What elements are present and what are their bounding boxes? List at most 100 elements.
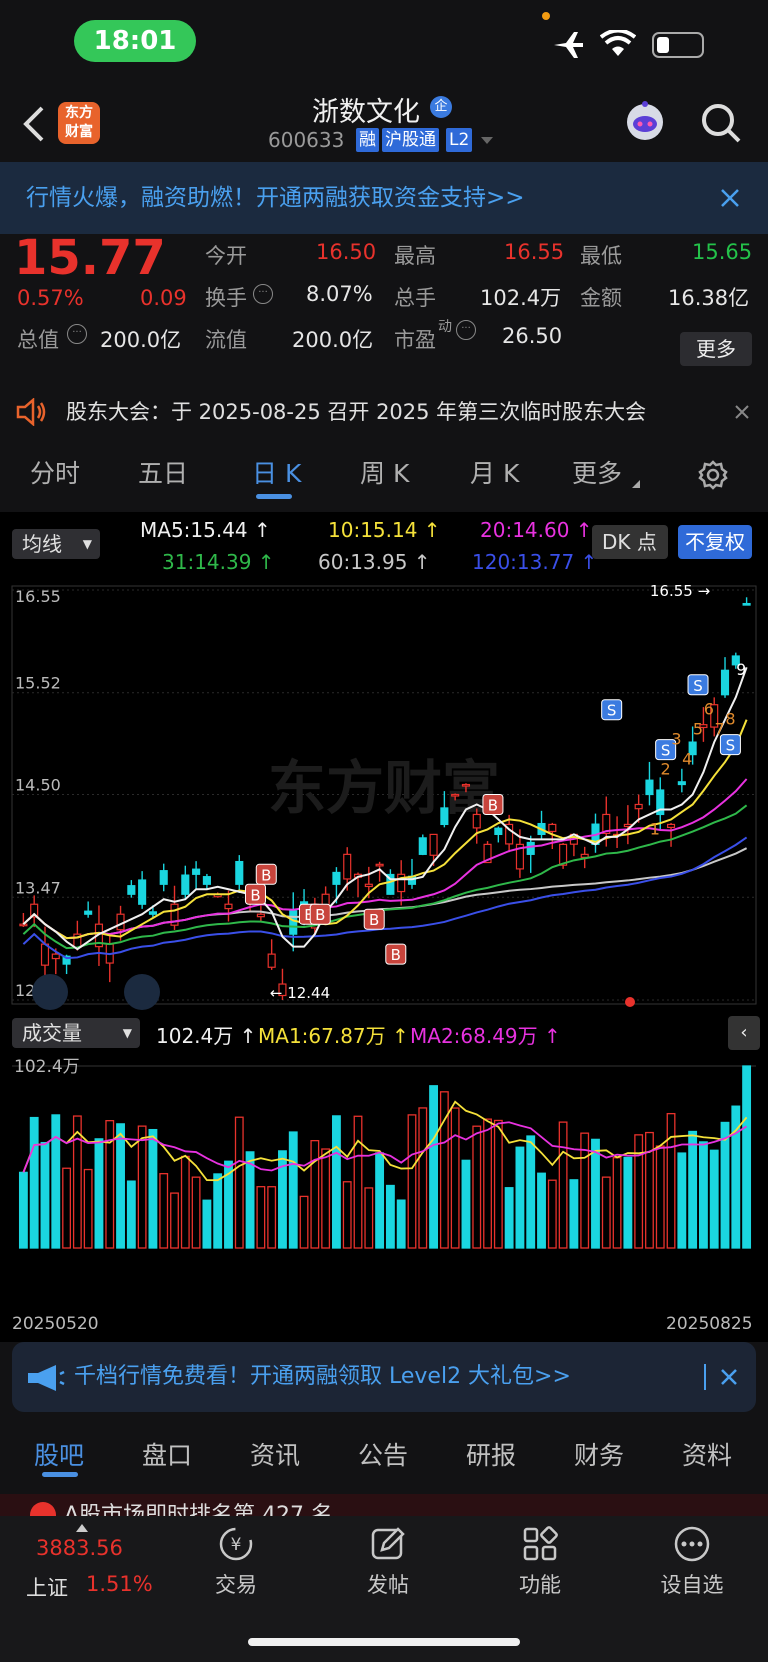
- feed-text: A股市场即时排名第 427 名: [64, 1503, 334, 1516]
- volume-bar: [720, 1121, 730, 1249]
- tab-day-k[interactable]: 日 K: [252, 454, 301, 490]
- dock-post[interactable]: 发帖: [328, 1516, 448, 1599]
- volume-bar: [493, 1119, 503, 1249]
- airplane-icon: [554, 32, 583, 58]
- tab-forum[interactable]: 股吧: [34, 1436, 84, 1472]
- signal-label: S: [661, 742, 671, 760]
- volume-bar: [655, 1145, 665, 1249]
- red-dot-marker: [625, 997, 635, 1007]
- kline-chart-area[interactable]: 均线 ▼ MA5:15.44 ↑ 10:15.14 ↑ 20:14.60 ↑ 31…: [0, 512, 768, 1342]
- search-icon[interactable]: [700, 102, 742, 144]
- info-icon[interactable]: ···: [456, 320, 476, 340]
- td-count-label: 9: [736, 660, 746, 679]
- field-label-high: 最高: [394, 244, 436, 268]
- dock-watchlist[interactable]: 设自选: [632, 1516, 752, 1599]
- candle-body: [84, 910, 93, 915]
- tag-margin: 融: [356, 128, 379, 152]
- kline-svg[interactable]: 16.5515.5214.5013.4712.44东方财富16.55 →← 12…: [0, 578, 768, 1018]
- volume-ma1: MA1:67.87万 ↑: [258, 1024, 409, 1048]
- margin-banner[interactable]: 行情火爆，融资助燃！开通两融获取资金支持>>: [0, 162, 768, 234]
- tab-profile[interactable]: 资料: [682, 1436, 732, 1472]
- candle-body: [418, 837, 427, 855]
- stock-name: 浙数文化: [312, 97, 420, 128]
- date-start: 20250520: [12, 1314, 99, 1334]
- candle-body: [634, 803, 643, 810]
- candle-body: [267, 953, 276, 968]
- candle-body: [548, 823, 557, 833]
- no-adjust-button[interactable]: 不复权: [678, 525, 752, 559]
- volume-bar: [569, 1179, 579, 1249]
- field-label-low: 最低: [580, 244, 622, 268]
- tab-five-day[interactable]: 五日: [138, 454, 188, 490]
- y-tick-label: 13.47: [15, 878, 61, 897]
- caret-icon: [632, 480, 640, 488]
- candle-body: [127, 885, 136, 895]
- ma-selector[interactable]: 均线 ▼: [12, 529, 100, 559]
- stock-header: 东方 财富 浙数文化 企 600633 融 沪股通 L2: [0, 90, 768, 162]
- info-icon[interactable]: ···: [67, 324, 87, 344]
- volume-bar: [623, 1156, 633, 1249]
- more-button[interactable]: 更多: [680, 332, 752, 366]
- function-grid-icon: [523, 1526, 558, 1561]
- candle-body: [116, 913, 125, 931]
- dk-point-button[interactable]: DK 点: [592, 525, 668, 559]
- signal-label: B: [391, 946, 401, 964]
- tab-announce[interactable]: 公告: [358, 1436, 408, 1472]
- level2-promo[interactable]: 千档行情免费看！开通两融领取 Level2 大礼包>>: [12, 1342, 756, 1412]
- signal-label: S: [607, 702, 617, 720]
- volume-bar: [709, 1149, 719, 1249]
- feed-preview[interactable]: A股市场即时排名第 427 名: [0, 1494, 768, 1516]
- index-value[interactable]: 3883.56: [36, 1536, 123, 1560]
- close-icon[interactable]: [720, 188, 740, 208]
- strategy-circle: [124, 974, 160, 1010]
- chevron-down-icon[interactable]: [480, 136, 494, 146]
- tab-more[interactable]: 更多: [572, 454, 622, 490]
- field-label-open: 今开: [205, 244, 247, 268]
- tab-research[interactable]: 研报: [466, 1436, 516, 1472]
- volume-svg[interactable]: [0, 1052, 768, 1252]
- candle-body: [666, 823, 676, 829]
- volume-bar: [504, 1187, 514, 1249]
- dock-trade[interactable]: ¥ 交易: [176, 1516, 296, 1599]
- app-logo[interactable]: 东方 财富: [58, 102, 100, 144]
- candle-body: [181, 874, 190, 895]
- last-price: 15.77: [14, 230, 166, 286]
- tab-news[interactable]: 资讯: [250, 1436, 300, 1472]
- date-end: 20250825: [666, 1314, 753, 1334]
- tab-orderbook[interactable]: 盘口: [142, 1436, 192, 1472]
- candle-body: [494, 827, 503, 836]
- volume-bar: [483, 1118, 492, 1249]
- volume-bar: [634, 1134, 644, 1249]
- banner-text: 行情火爆，融资助燃！开通两融获取资金支持>>: [26, 185, 525, 211]
- dock-function[interactable]: 功能: [480, 1516, 600, 1599]
- meeting-notice[interactable]: 股东大会：于 2025-08-25 召开 2025 年第三次临时股东大会: [0, 384, 768, 440]
- tab-intraday[interactable]: 分时: [30, 454, 80, 490]
- robot-assistant-icon[interactable]: [622, 98, 668, 144]
- settings-gear-icon[interactable]: [698, 460, 728, 490]
- volume-bar: [407, 1114, 417, 1249]
- candle-body: [742, 602, 751, 606]
- bottom-dock: 3883.56 上证 1.51% ¥ 交易 发帖 功能 设自选: [0, 1516, 768, 1662]
- back-arrow-icon[interactable]: [22, 106, 46, 142]
- collapse-arrow-button[interactable]: ‹: [728, 1016, 760, 1050]
- field-value-turnover: 8.07%: [306, 282, 373, 306]
- signal-label: B: [488, 796, 498, 814]
- close-icon[interactable]: [734, 404, 750, 420]
- volume-bar: [321, 1148, 331, 1249]
- tab-week-k[interactable]: 周 K: [360, 454, 409, 490]
- volume-bar: [601, 1176, 611, 1249]
- volume-bar: [202, 1199, 212, 1249]
- y-tick-label: 15.52: [15, 674, 61, 693]
- candle-body: [451, 793, 460, 797]
- candle-body: [343, 853, 352, 880]
- volume-bar: [267, 1186, 277, 1249]
- volume-selector[interactable]: 成交量 ▼: [12, 1018, 140, 1048]
- volume-bar: [83, 1168, 93, 1249]
- tab-month-k[interactable]: 月 K: [470, 454, 519, 490]
- volume-bar: [472, 1125, 482, 1249]
- tab-finance[interactable]: 财务: [574, 1436, 624, 1472]
- close-icon[interactable]: [720, 1368, 738, 1386]
- td-count-label: 7: [715, 720, 725, 739]
- volume-bar: [331, 1115, 341, 1249]
- info-icon[interactable]: ···: [253, 284, 273, 304]
